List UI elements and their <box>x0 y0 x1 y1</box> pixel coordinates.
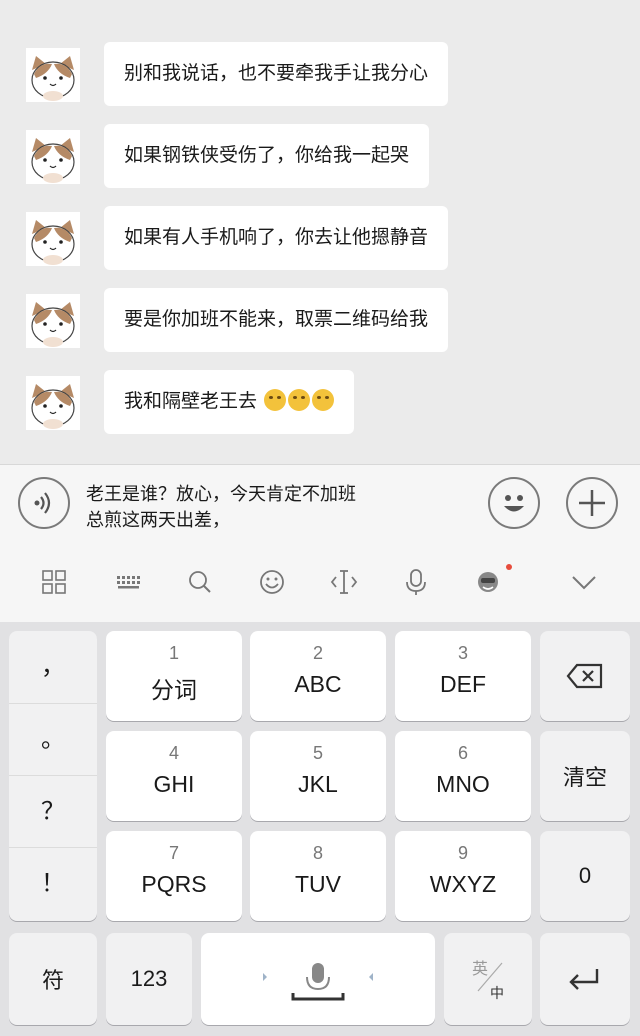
cat-avatar-icon <box>26 212 80 266</box>
space-voice-button[interactable] <box>201 933 435 1025</box>
key-7[interactable]: 7 PQRS <box>106 831 242 921</box>
message-bubble[interactable]: 别和我说话，也不要牵我手让我分心 <box>104 42 449 106</box>
key-number: 8 <box>312 843 323 863</box>
message-bubble[interactable]: 我和隔壁老王去 <box>104 370 355 434</box>
input-line: 总煎这两天出差， <box>86 510 230 530</box>
emoji-icon <box>312 389 335 411</box>
emoji-icon[interactable] <box>256 566 288 598</box>
message-text: 要是你加班不能来，取票二维码给我 <box>124 309 429 330</box>
key-letters: WXYZ <box>429 871 497 897</box>
backspace-button[interactable] <box>540 631 630 721</box>
lang-chinese-label: 中 <box>490 985 504 1001</box>
punct-exclaim-key[interactable]: ！ <box>9 847 97 919</box>
microphone-icon[interactable] <box>400 566 432 598</box>
enter-icon <box>569 969 599 990</box>
keyboard: ， 。 ？ ！ 1 分词 2 ABC 3 DEF 4 GHI 5 JKL 6 M… <box>0 622 640 1036</box>
numeric-button[interactable]: 123 <box>106 933 192 1025</box>
key-letters: DEF <box>440 671 486 697</box>
numeric-label: 123 <box>130 966 168 991</box>
voice-icon <box>34 492 51 514</box>
key-6[interactable]: 6 MNO <box>395 731 531 821</box>
key-letters: JKL <box>298 771 338 797</box>
avatar[interactable] <box>26 130 80 184</box>
collapse-chevron-icon[interactable] <box>568 566 600 598</box>
message-input[interactable]: 老王是谁？放心，今天肯定不加班 总煎这两天出差， <box>86 481 476 533</box>
punct-question-key[interactable]: ？ <box>9 775 97 847</box>
message-bubble[interactable]: 要是你加班不能来，取票二维码给我 <box>104 288 449 352</box>
symbol-button[interactable]: 符 <box>9 933 97 1025</box>
key-letters: TUV <box>295 871 341 897</box>
message-row: 我和隔壁老王去 <box>0 370 640 440</box>
cat-avatar-icon <box>26 130 80 184</box>
punct-comma-key[interactable]: ， <box>9 631 97 703</box>
zero-label: 0 <box>578 863 592 888</box>
avatar[interactable] <box>26 212 80 266</box>
key-8[interactable]: 8 TUV <box>250 831 386 921</box>
key-letters: GHI <box>153 771 195 797</box>
keyboard-icon[interactable] <box>112 566 144 598</box>
cat-avatar-icon <box>26 376 80 430</box>
emoji-icon <box>288 389 311 411</box>
key-number: 4 <box>168 743 179 763</box>
message-row: 如果钢铁侠受伤了，你给我一起哭 <box>0 124 640 194</box>
notification-dot <box>506 564 512 570</box>
key-number: 2 <box>312 643 323 663</box>
key-number: 9 <box>457 843 468 863</box>
message-bubble[interactable]: 如果钢铁侠受伤了，你给我一起哭 <box>104 124 430 188</box>
key-number: 1 <box>168 643 179 663</box>
key-number: 7 <box>168 843 179 863</box>
chat-area: 别和我说话，也不要牵我手让我分心 如果钢铁侠受伤了，你给我一起哭 如果有人手机响… <box>0 0 640 464</box>
key-letters: 分词 <box>151 677 197 703</box>
input-line: 老王是谁？放心，今天肯定不加班 <box>86 484 356 504</box>
key-4[interactable]: 4 GHI <box>106 731 242 821</box>
search-icon[interactable] <box>184 566 216 598</box>
message-row: 如果有人手机响了，你去让他摁静音 <box>0 206 640 276</box>
cursor-icon[interactable] <box>328 566 360 598</box>
skin-icon[interactable] <box>472 564 512 598</box>
voice-button[interactable] <box>18 477 70 529</box>
enter-button[interactable] <box>540 933 630 1025</box>
emoji-icon <box>264 389 287 411</box>
key-9[interactable]: 9 WXYZ <box>395 831 531 921</box>
clear-button[interactable]: 清空 <box>540 731 630 821</box>
key-letters: MNO <box>436 771 490 797</box>
grid-icon[interactable] <box>38 566 70 598</box>
avatar[interactable] <box>26 294 80 348</box>
message-text: 我和隔壁老王去 <box>124 391 258 412</box>
key-1[interactable]: 1 分词 <box>106 631 242 721</box>
key-number: 3 <box>457 643 468 663</box>
message-text: 别和我说话，也不要牵我手让我分心 <box>124 63 429 84</box>
message-row: 别和我说话，也不要牵我手让我分心 <box>0 42 640 112</box>
punctuation-column: ， 。 ？ ！ <box>9 631 97 921</box>
backspace-icon <box>566 663 603 689</box>
input-bar: 老王是谁？放心，今天肯定不加班 总煎这两天出差， <box>0 464 640 542</box>
avatar[interactable] <box>26 48 80 102</box>
language-switch-button[interactable]: 英 中 <box>444 933 532 1025</box>
key-number: 6 <box>457 743 468 763</box>
avatar[interactable] <box>26 376 80 430</box>
key-letters: PQRS <box>141 871 207 897</box>
key-5[interactable]: 5 JKL <box>250 731 386 821</box>
message-row: 要是你加班不能来，取票二维码给我 <box>0 288 640 358</box>
symbol-label: 符 <box>41 968 64 993</box>
language-divider-icon <box>477 962 503 992</box>
key-letters: ABC <box>294 671 342 697</box>
clear-label: 清空 <box>562 765 607 790</box>
cat-avatar-icon <box>26 294 80 348</box>
smile-icon <box>504 495 524 512</box>
keyboard-toolbar <box>0 542 640 622</box>
key-0[interactable]: 0 <box>540 831 630 921</box>
plus-icon <box>579 490 605 516</box>
punct-period-key[interactable]: 。 <box>9 703 97 775</box>
more-button[interactable] <box>566 477 618 529</box>
key-2[interactable]: 2 ABC <box>250 631 386 721</box>
message-bubble[interactable]: 如果有人手机响了，你去让他摁静音 <box>104 206 449 270</box>
key-3[interactable]: 3 DEF <box>395 631 531 721</box>
message-text: 如果有人手机响了，你去让他摁静音 <box>124 227 429 248</box>
cat-avatar-icon <box>26 48 80 102</box>
key-number: 5 <box>312 743 323 763</box>
message-text: 如果钢铁侠受伤了，你给我一起哭 <box>124 145 410 166</box>
space-microphone-icon <box>263 963 373 1001</box>
emoji-button[interactable] <box>488 477 540 529</box>
